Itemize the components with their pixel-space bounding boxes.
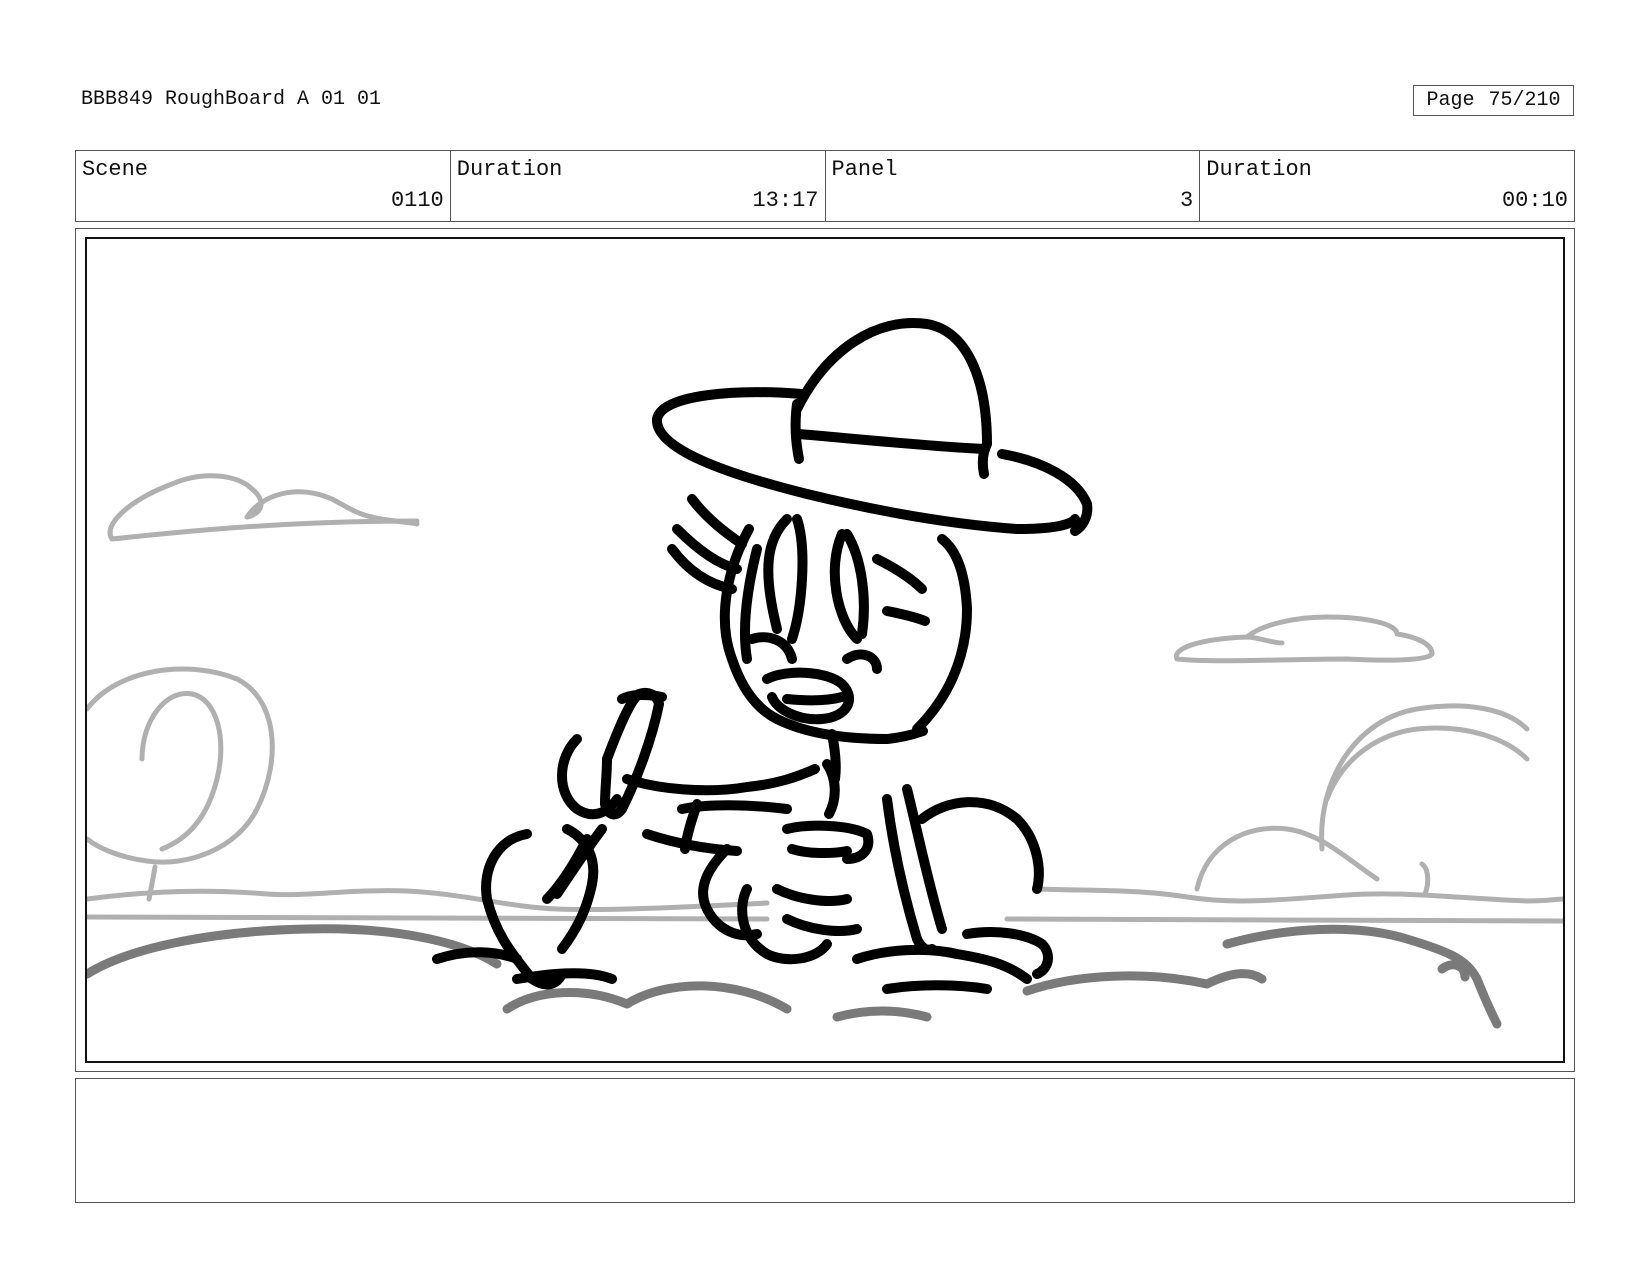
- page-number: 75/210: [1488, 89, 1561, 112]
- scene-value: 0110: [390, 188, 444, 213]
- panel-cell: Panel 3: [826, 151, 1201, 221]
- scene-duration-label: Duration: [456, 157, 563, 182]
- storyboard-frame-outer: [75, 228, 1575, 1072]
- panel-duration-cell: Duration 00:10: [1200, 151, 1574, 221]
- shin-line-2: [782, 914, 862, 936]
- hat-band: [794, 429, 990, 454]
- page-indicator: Page 75/210: [1413, 85, 1574, 116]
- tree-left-canopy: [87, 666, 275, 865]
- character-sketch: [432, 318, 1093, 994]
- mound-right-curl: [1437, 960, 1470, 982]
- chin: [842, 649, 882, 674]
- waist-2: [787, 844, 852, 859]
- panel-duration-value: 00:10: [1501, 188, 1568, 213]
- scene-label: Scene: [82, 157, 149, 182]
- hat-band-tip: [790, 399, 804, 464]
- panel-label: Panel: [831, 157, 898, 182]
- eyelash-1: [687, 494, 747, 549]
- cloud-right: [1173, 614, 1435, 664]
- scene-cell: Scene 0110: [76, 151, 451, 221]
- storyboard-sketch: [87, 318, 1563, 1029]
- boot-right: [852, 944, 1032, 984]
- notes-area[interactable]: [75, 1078, 1575, 1203]
- eyelid-right: [872, 554, 927, 594]
- page-label: Page: [1426, 89, 1475, 112]
- bush-right: [1194, 825, 1380, 892]
- scene-info-row: Scene 0110 Duration 13:17 Panel 3 Durati…: [75, 150, 1575, 222]
- boot-right-2: [882, 980, 992, 994]
- scene-duration-value: 13:17: [752, 188, 819, 213]
- storyboard-panel: [85, 237, 1565, 1063]
- eye-left-inner: [787, 514, 808, 644]
- tree-left-inner: [139, 690, 224, 852]
- eyelash-right: [882, 606, 930, 626]
- panel-value: 3: [1180, 188, 1194, 213]
- neck: [827, 729, 841, 784]
- tree-right-stub: [1419, 861, 1431, 897]
- arm-left: [622, 764, 820, 796]
- ground-line-flat: [87, 914, 1563, 924]
- document-title: BBB849 RoughBoard A 01 01: [81, 88, 382, 111]
- eye-right-inner: [842, 529, 869, 639]
- eye-left: [763, 514, 792, 634]
- shin-line: [772, 884, 852, 906]
- pencil-top: [617, 689, 667, 704]
- panel-duration-label: Duration: [1206, 157, 1312, 182]
- cheek: [747, 632, 797, 664]
- ground-sketch: [87, 924, 1502, 1029]
- knee-right: [917, 797, 1044, 894]
- head-outline-right: [912, 534, 972, 734]
- scene-duration-cell: Duration 13:17: [451, 151, 826, 221]
- tree-right-canopy: [1319, 703, 1530, 852]
- mound-left: [87, 924, 502, 979]
- mound-front-mid: [832, 1006, 932, 1022]
- mouth-line: [782, 692, 847, 706]
- cloud-left: [107, 473, 420, 542]
- mound-right: [1022, 924, 1502, 1029]
